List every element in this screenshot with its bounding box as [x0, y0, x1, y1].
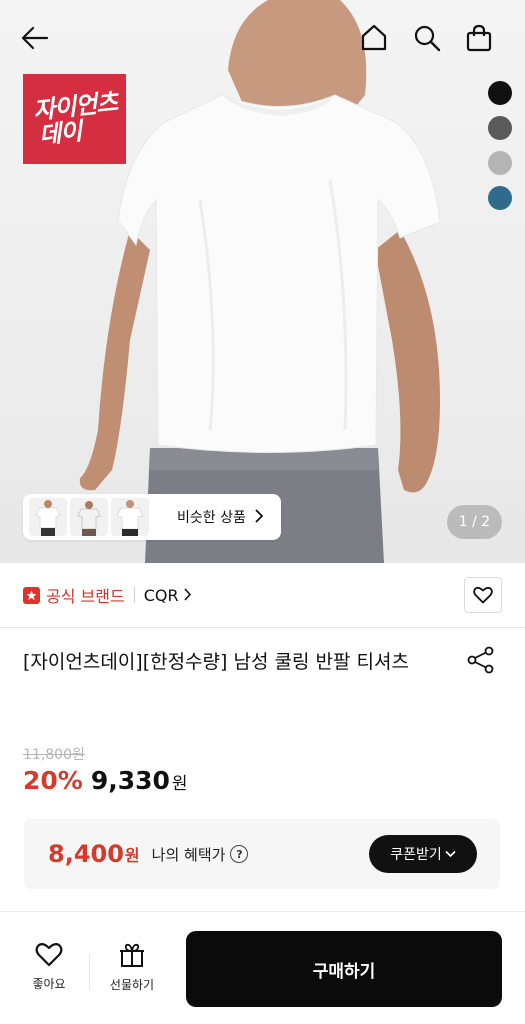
home-icon[interactable] — [356, 20, 392, 56]
divider — [89, 954, 90, 990]
bottom-action-bar: 좋아요 선물하기 구매하기 — [0, 911, 525, 1024]
color-swatch-blue[interactable] — [488, 186, 512, 210]
gift-label: 선물하기 — [109, 978, 155, 992]
brand-badge-line2: 데이 — [37, 117, 83, 150]
product-image-carousel[interactable]: 자이언츠 데이 비슷한 상품 1 / 2 — [0, 0, 525, 563]
similar-thumb-3 — [111, 498, 149, 536]
like-button[interactable]: 좋아요 — [19, 942, 79, 992]
like-label: 좋아요 — [32, 977, 66, 991]
benefit-currency: 원 — [124, 846, 140, 865]
brand-name-link[interactable]: CQR — [144, 586, 179, 605]
benefit-price-box: 8,400 원 나의 혜택가 ? 쿠폰받기 — [24, 819, 500, 889]
chevron-down-icon — [445, 850, 456, 858]
gift-button[interactable]: 선물하기 — [102, 942, 162, 993]
top-navigation — [0, 0, 525, 76]
shopping-bag-icon[interactable] — [461, 20, 497, 56]
image-pager: 1 / 2 — [447, 505, 502, 539]
color-swatch-gray[interactable] — [488, 151, 512, 175]
chevron-right-icon — [254, 508, 264, 527]
wishlist-button[interactable] — [464, 577, 502, 613]
coupon-button-label: 쿠폰받기 — [390, 847, 442, 863]
discount-rate: 20% — [23, 766, 83, 795]
get-coupon-button[interactable]: 쿠폰받기 — [369, 835, 477, 873]
currency-unit: 원 — [171, 774, 188, 794]
brand-row: 공식 브랜드 CQR — [0, 563, 525, 628]
brand-event-badge: 자이언츠 데이 — [23, 74, 126, 164]
official-brand-label: 공식 브랜드 — [46, 587, 125, 606]
divider — [133, 587, 135, 603]
share-icon[interactable] — [466, 646, 496, 678]
back-arrow-icon[interactable] — [17, 20, 53, 56]
sale-price: 9,330 — [90, 766, 170, 795]
chevron-right-icon — [183, 586, 192, 605]
heart-icon — [35, 943, 63, 967]
color-swatch-charcoal[interactable] — [488, 116, 512, 140]
color-swatches — [488, 81, 512, 210]
heart-icon — [473, 586, 493, 604]
original-price: 11,800원 — [23, 747, 85, 763]
buy-button[interactable]: 구매하기 — [186, 931, 502, 1007]
color-swatch-black[interactable] — [488, 81, 512, 105]
similar-products-label: 비슷한 상품 — [177, 510, 246, 526]
benefit-price: 8,400 — [48, 840, 124, 868]
help-icon[interactable]: ? — [230, 845, 249, 863]
similar-thumb-2 — [70, 498, 108, 536]
benefit-label: 나의 혜택가 — [151, 845, 226, 864]
similar-thumb-1 — [29, 498, 67, 536]
official-brand-icon — [23, 586, 40, 604]
product-title: [자이언츠데이][한정수량] 남성 쿨링 반팔 티셔츠 — [23, 651, 409, 673]
price-row: 20% 9,330 원 — [23, 766, 188, 795]
gift-icon — [120, 943, 144, 967]
search-icon[interactable] — [409, 20, 445, 56]
similar-products-button[interactable]: 비슷한 상품 — [23, 494, 281, 540]
